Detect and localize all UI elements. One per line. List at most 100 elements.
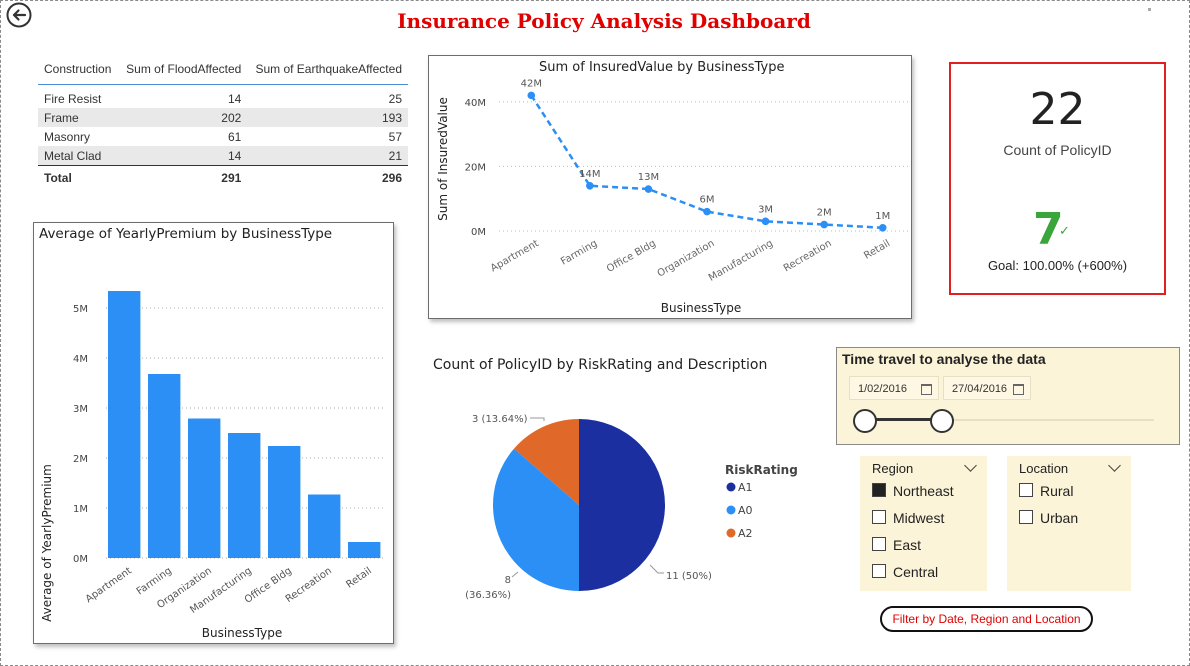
chevron-down-icon[interactable] xyxy=(964,459,977,472)
pie-leader-line xyxy=(530,417,545,421)
visual-options-dot xyxy=(1148,8,1151,11)
pie-leader-line xyxy=(511,571,519,578)
line-data-label: 1M xyxy=(875,211,890,222)
calendar-icon[interactable] xyxy=(1013,384,1024,395)
region-option-east[interactable]: East xyxy=(872,537,921,553)
checkbox-icon[interactable] xyxy=(1019,483,1033,497)
region-option-northeast[interactable]: Northeast xyxy=(872,483,954,499)
option-label: Urban xyxy=(1040,510,1079,526)
col-header-flood[interactable]: Sum of FloodAffected xyxy=(118,56,248,85)
option-label: Central xyxy=(893,564,939,580)
checkbox-icon[interactable] xyxy=(1019,510,1033,524)
kpi-card[interactable]: 22 Count of PolicyID 7 ✓ Goal: 100.00% (… xyxy=(949,62,1166,295)
line-point xyxy=(878,223,887,232)
line-point xyxy=(703,207,711,216)
line-x-tick-label: Farming xyxy=(559,238,599,268)
pie-slice-a1 xyxy=(579,419,665,591)
line-x-tick-label: Apartment xyxy=(489,238,541,274)
line-y-axis-label: Sum of InsuredValue xyxy=(436,97,450,221)
cell-construction: Fire Resist xyxy=(44,91,102,106)
bar-y-tick-label: 3M xyxy=(73,404,88,415)
cell-quake: 25 xyxy=(388,91,402,106)
construction-table: Construction Sum of FloodAffected Sum of… xyxy=(38,56,408,187)
location-option-urban[interactable]: Urban xyxy=(1019,510,1078,526)
col-header-construction[interactable]: Construction xyxy=(38,56,119,85)
line-data-label: 14M xyxy=(579,169,600,180)
insured-line-chart-card[interactable]: Sum of InsuredValue by BusinessType 0M 20… xyxy=(428,55,912,319)
region-filter: Region Northeast Midwest East Central xyxy=(860,456,987,591)
filter-instruction-label: Filter by Date, Region and Location xyxy=(880,606,1093,632)
dashboard-title: Insurance Policy Analysis Dashboard xyxy=(397,9,811,33)
line-data-label: 3M xyxy=(758,204,773,215)
checkbox-icon[interactable] xyxy=(872,564,886,578)
legend-label-a2: A2 xyxy=(738,527,753,540)
policy-count-value: 22 xyxy=(1029,84,1086,135)
policy-count-label: Count of PolicyID xyxy=(1003,142,1112,158)
date-slicer-title: Time travel to analyse the data xyxy=(842,351,1046,367)
location-filter-title: Location xyxy=(1019,461,1069,476)
bar-office-bldg xyxy=(268,446,301,558)
table-header-row: Construction Sum of FloodAffected Sum of… xyxy=(38,56,408,85)
line-y-tick-label: 0M xyxy=(471,227,486,238)
chevron-down-icon[interactable] xyxy=(1108,459,1121,472)
bar-y-axis-label: Average of YearlyPremium xyxy=(40,464,54,622)
line-data-label: 42M xyxy=(521,78,542,89)
start-date-value: 1/02/2016 xyxy=(858,383,907,395)
cell-quake: 21 xyxy=(247,146,408,166)
line-y-tick-label: 40M xyxy=(465,98,486,109)
option-label: Midwest xyxy=(893,510,945,526)
bar-x-tick-label: Apartment xyxy=(84,565,134,605)
cell-flood: 61 xyxy=(227,129,242,144)
table-row: Fire Resist 14 25 xyxy=(38,85,408,109)
end-date-value: 27/04/2016 xyxy=(952,383,1008,395)
cell-flood: 14 xyxy=(118,146,248,166)
line-point xyxy=(644,185,653,193)
start-date-input[interactable]: 1/02/2016 xyxy=(849,376,939,400)
line-x-tick-label: Recreation xyxy=(782,238,834,274)
line-x-tick-label: Office Bldg xyxy=(605,238,658,275)
legend-label-a1: A1 xyxy=(738,481,753,494)
bar-y-tick-label: 5M xyxy=(73,304,88,315)
legend-label-a0: A0 xyxy=(738,504,753,517)
line-x-tick-label: Manufacturing xyxy=(707,238,775,284)
legend-dot-a2 xyxy=(726,528,736,538)
end-date-input[interactable]: 27/04/2016 xyxy=(943,376,1031,400)
line-point xyxy=(527,91,536,100)
pie-chart-title: Count of PolicyID by RiskRating and Desc… xyxy=(433,357,768,373)
line-point xyxy=(820,220,828,229)
location-option-rural[interactable]: Rural xyxy=(1019,483,1073,499)
region-option-central[interactable]: Central xyxy=(872,564,938,580)
region-filter-title: Region xyxy=(872,461,914,476)
bar-farming xyxy=(148,374,181,558)
date-slider-start-handle[interactable] xyxy=(853,409,877,433)
line-data-label: 13M xyxy=(638,172,659,183)
bar-retail xyxy=(348,542,381,558)
line-x-axis-label: BusinessType xyxy=(661,301,741,315)
cell-flood: 14 xyxy=(227,91,242,106)
checkbox-icon[interactable] xyxy=(872,537,886,551)
premium-bar-chart-card[interactable]: Average of YearlyPremium by BusinessType… xyxy=(33,222,394,644)
total-quake: 296 xyxy=(247,165,408,187)
col-header-earthquake[interactable]: Sum of EarthquakeAffected xyxy=(247,56,408,85)
line-y-tick-label: 20M xyxy=(465,162,486,173)
total-flood: 291 xyxy=(118,165,248,187)
checkbox-icon[interactable] xyxy=(872,483,886,497)
kpi-goal: Goal: 100.00% (+600%) xyxy=(987,258,1128,273)
pie-label-a0-count: 8 xyxy=(505,575,511,586)
date-slider-end-handle[interactable] xyxy=(930,409,954,433)
pie-chart[interactable]: 3 (13.64%) 11 (50%) 8 (36.36%) RiskRating A1 A… xyxy=(440,385,820,615)
pie-label-a0-percent: (36.36%) xyxy=(465,590,511,601)
date-range-slicer: Time travel to analyse the data 1/02/201… xyxy=(836,347,1180,445)
calendar-icon[interactable] xyxy=(921,384,932,395)
line-x-tick-label: Retail xyxy=(862,238,892,262)
line-chart: 0M20M40MApartment Farming Office BldgOrgan… xyxy=(436,78,909,315)
checkbox-icon[interactable] xyxy=(872,510,886,524)
pie-label-a2: 3 (13.64%) xyxy=(472,414,528,425)
table-row: Masonry 61 57 xyxy=(38,127,408,146)
option-label: East xyxy=(893,537,922,553)
region-option-midwest[interactable]: Midwest xyxy=(872,510,944,526)
cell-construction: Metal Clad xyxy=(38,146,119,166)
bar-chart: 0M1M2M3M4M5MApartment FarmingOrganization… xyxy=(40,291,386,640)
bar-organization xyxy=(188,418,221,558)
bar-manufacturing xyxy=(228,433,261,558)
